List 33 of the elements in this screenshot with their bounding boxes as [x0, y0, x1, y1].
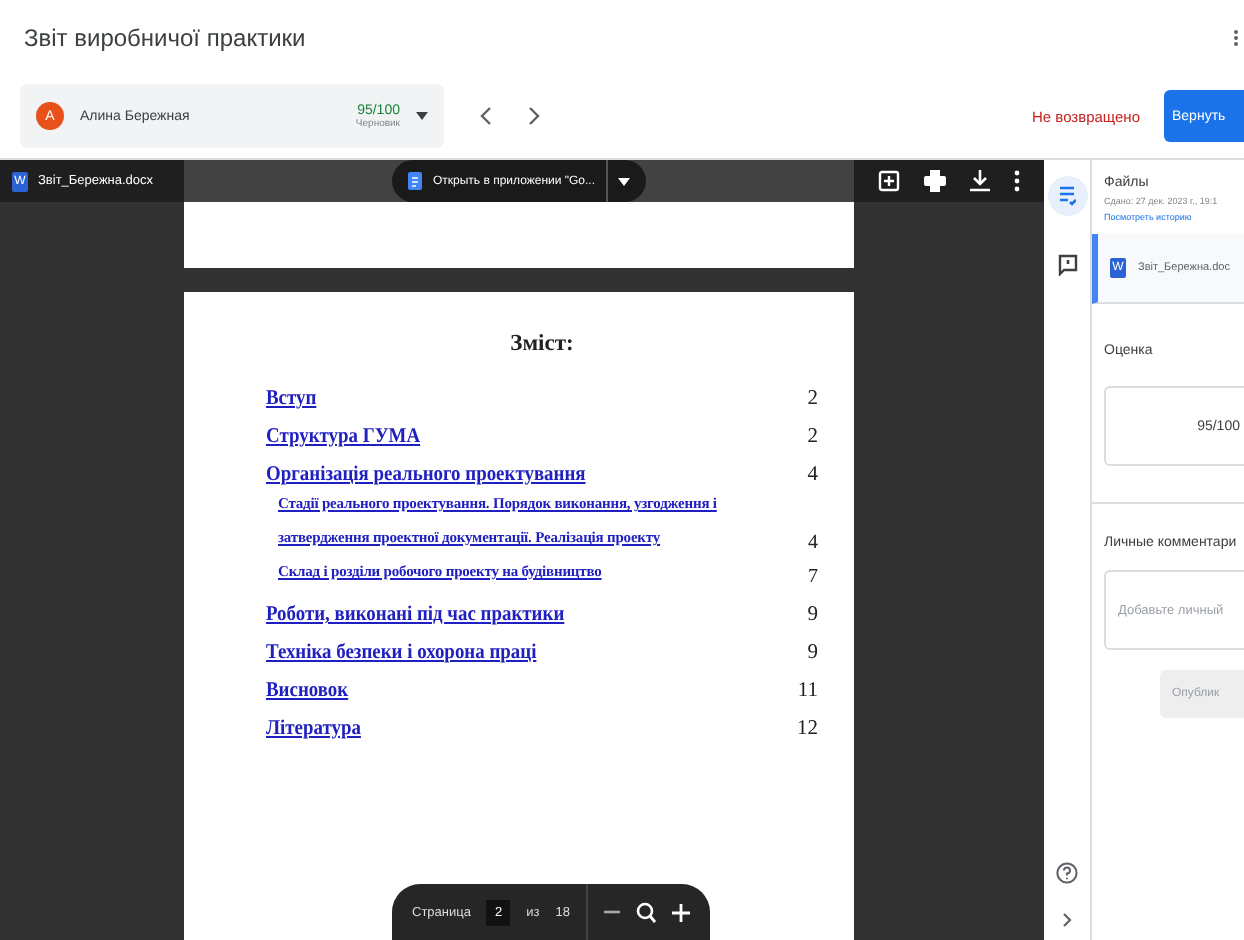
toc-page-number: 2	[807, 388, 818, 410]
toc-link[interactable]: Висновок	[266, 680, 349, 702]
zoom-in-icon[interactable]	[671, 903, 690, 921]
toc-page-number: 4	[807, 464, 818, 486]
toc-link[interactable]: Роботи, виконані під час практики	[266, 604, 565, 626]
toc-page-number: 4	[808, 532, 818, 554]
comment-icon	[1057, 253, 1077, 275]
download-icon[interactable]	[970, 170, 990, 192]
toc-page-number: 9	[807, 642, 818, 664]
toc-link[interactable]: Техніка безпеки і охорона праці	[266, 642, 537, 664]
document-icon	[408, 172, 423, 190]
toc-link[interactable]: Вступ	[266, 388, 317, 410]
toc-page-number: 11	[797, 680, 818, 702]
previous-icon[interactable]	[480, 106, 492, 126]
zoom-icon[interactable]	[635, 901, 656, 923]
next-icon[interactable]	[528, 106, 540, 126]
files-tab[interactable]	[1047, 176, 1087, 216]
add-comment-icon[interactable]	[878, 170, 900, 192]
toc-link[interactable]: Структура ГУМА	[266, 426, 421, 448]
toc-page-number: 2	[807, 426, 818, 448]
help-icon[interactable]	[1056, 862, 1078, 884]
more-icon[interactable]	[1014, 170, 1020, 192]
caret-icon	[416, 112, 428, 120]
toc-link[interactable]: Література	[266, 718, 361, 740]
toc-title: Зміст:	[508, 332, 576, 356]
toc-link[interactable]: Організація реального проектування	[266, 464, 586, 486]
page-title: Звіт виробничої практики	[24, 23, 306, 51]
toc-page-number: 7	[808, 566, 818, 588]
toc-page-number: 12	[797, 718, 818, 740]
expand-icon[interactable]	[1062, 912, 1072, 928]
toc-page-number: 9	[807, 604, 818, 626]
checklist-icon	[1058, 185, 1076, 207]
caret-icon[interactable]	[617, 177, 630, 185]
